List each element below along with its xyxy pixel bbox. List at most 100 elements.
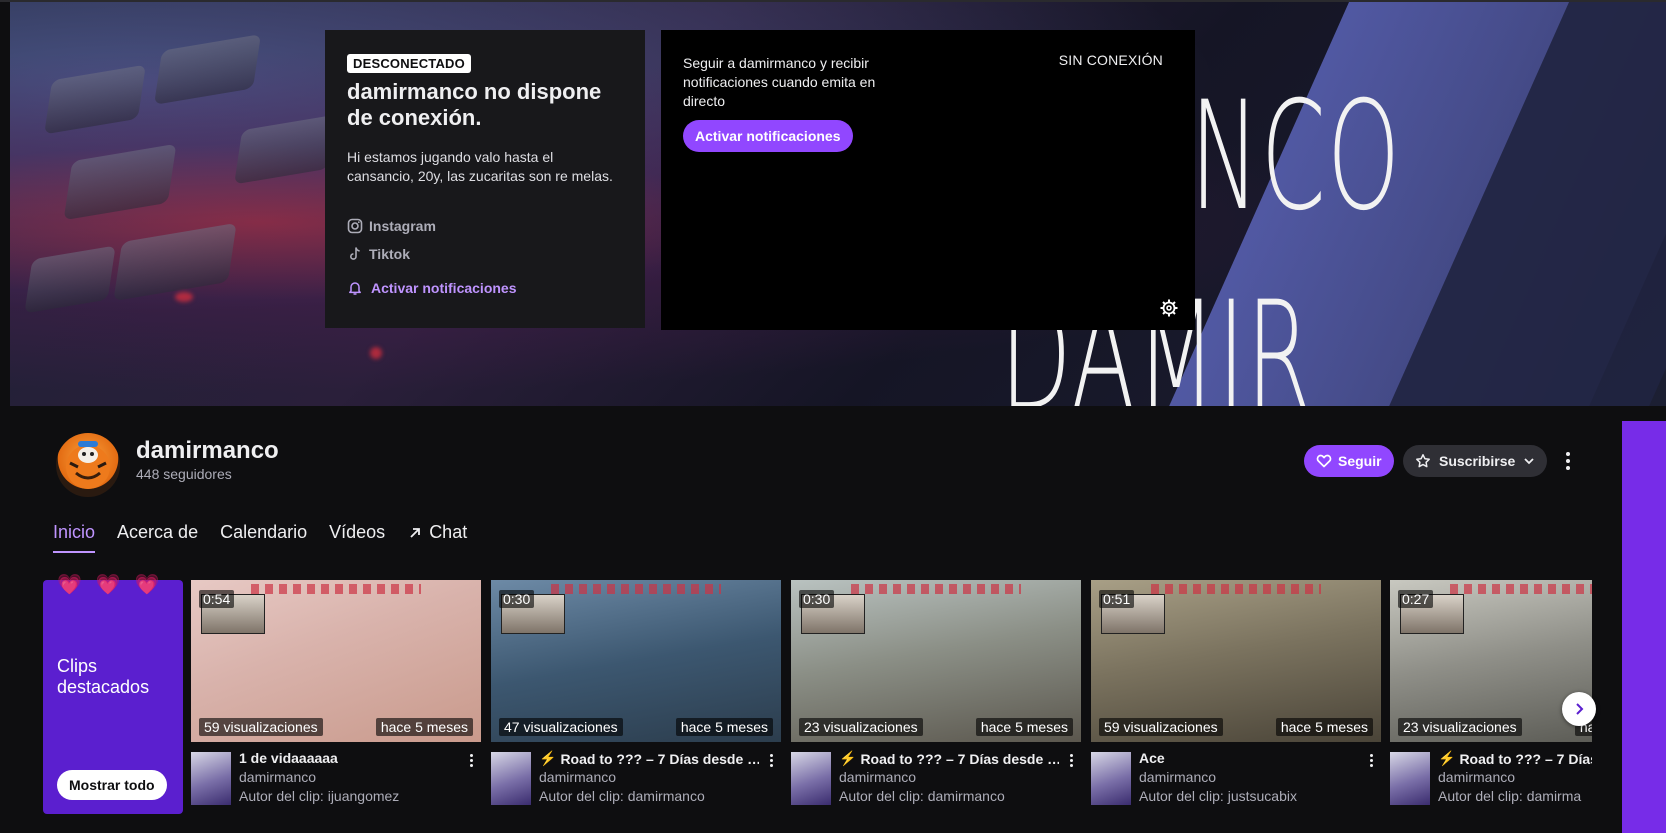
follow-button[interactable]: Seguir [1304,445,1394,477]
clip-author: Autor del clip: damirma [1438,788,1582,804]
clip-thumbnail[interactable]: 0:27 23 visualizaciones hace 5 meses [1390,580,1592,742]
clip-channel[interactable]: damirmanco [1438,769,1515,785]
lightning-icon: ⚡ [1438,750,1456,766]
clips-overflow: 0:27 23 visualizaciones hace 5 meses ⚡Ro… [1390,580,1592,820]
subscribe-label: Suscribirse [1439,453,1516,469]
enable-notifications-link[interactable]: Activar notificaciones [347,280,623,296]
clip-channel[interactable]: damirmanco [1139,769,1216,785]
clip-author: Autor del clip: ijuangomez [239,788,400,804]
clip-card[interactable]: 0:51 59 visualizaciones hace 5 meses Ace… [1091,580,1381,812]
social-link-tiktok[interactable]: Tiktok [347,240,623,268]
clip-card[interactable]: 0:54 59 visualizaciones hace 5 meses 1 d… [191,580,481,812]
lightning-icon: ⚡ [539,750,557,766]
player-enable-notifications-button[interactable]: Activar notificaciones [683,120,853,152]
tab-acerca-de[interactable]: Acerca de [117,522,198,553]
tiger-mascot-icon [66,441,110,489]
bell-icon [349,282,361,295]
game-box-art[interactable] [191,752,231,805]
clip-more-button[interactable] [765,752,777,768]
clip-thumbnail[interactable]: 0:30 23 visualizaciones hace 5 meses [791,580,1081,742]
clip-age: hace 5 meses [675,718,773,736]
clip-title[interactable]: ⚡ Road to ??? – 7 Días desde … [839,750,1059,767]
clip-author: Autor del clip: justsucabix [1139,788,1297,804]
tab-videos[interactable]: Vídeos [329,522,385,553]
clip-author: Autor del clip: damirmanco [539,788,705,804]
clip-age: hace 5 meses [975,718,1073,736]
game-box-art[interactable] [491,752,531,805]
clip-channel[interactable]: damirmanco [839,769,916,785]
heart-icon [1316,454,1332,468]
clip-duration: 0:51 [1099,590,1135,608]
heart-emote-icon: 💗 [57,574,82,596]
clip-duration: 0:27 [1398,590,1434,608]
clip-title[interactable]: ⚡ Road to ??? – 7 Días desde … [539,750,759,767]
offline-title: damirmanco no dispone de conexión. [347,79,602,130]
show-all-button[interactable]: Mostrar todo [57,770,167,800]
player-follow-prompt: Seguir a damirmanco y recibir notificaci… [683,55,876,109]
featured-clips-card: 💗 💗 💗 Clips destacados Mostrar todo [43,574,183,814]
game-box-art[interactable] [1091,752,1131,805]
clip-card[interactable]: 0:30 47 visualizaciones hace 5 meses ⚡ Ro… [491,580,781,812]
subscribe-button[interactable]: Suscribirse [1403,445,1548,477]
next-clips-button[interactable] [1562,692,1596,726]
gear-icon[interactable] [1159,298,1179,318]
avatar[interactable] [56,433,120,497]
emote-decoration: 💗 💗 💗 [57,572,160,597]
clip-views: 23 visualizaciones [799,718,923,736]
clip-views: 23 visualizaciones [1398,718,1522,736]
channel-description: Hi estamos jugando valo hasta el cansanc… [347,149,613,184]
tab-calendario[interactable]: Calendario [220,522,307,553]
clip-more-button[interactable] [1365,752,1377,768]
clip-duration: 0:30 [799,590,835,608]
clip-card[interactable]: 0:30 23 visualizaciones hace 5 meses ⚡ Ro… [791,580,1081,812]
clip-title[interactable]: ⚡ Road to ??? – 7 Días [1438,750,1592,767]
clip-title[interactable]: 1 de vidaaaaaa [239,750,459,766]
clip-title[interactable]: Ace [1139,750,1359,766]
tiktok-icon [350,247,360,260]
clip-views: 59 visualizaciones [1099,718,1223,736]
clip-thumbnail[interactable]: 0:30 47 visualizaciones hace 5 meses [491,580,781,742]
game-box-art[interactable] [1390,752,1430,805]
star-icon [1416,454,1430,468]
clip-card[interactable]: 0:27 23 visualizaciones hace 5 meses ⚡Ro… [1390,580,1592,812]
external-arrow-icon [410,527,421,538]
game-box-art[interactable] [791,752,831,805]
clip-channel[interactable]: damirmanco [239,769,316,785]
channel-name[interactable]: damirmanco [136,437,279,465]
clip-age: hace 5 meses [375,718,473,736]
channel-tabs: Inicio Acerca de Calendario Vídeos Chat [53,522,467,553]
heart-emote-icon: 💗 [95,574,121,596]
clip-age: hace 5 meses [1275,718,1373,736]
clip-more-button[interactable] [465,752,477,768]
enable-notifications-label: Activar notificaciones [371,280,517,296]
clip-more-button[interactable] [1065,752,1077,768]
tab-inicio[interactable]: Inicio [53,522,96,553]
tab-chat[interactable]: Chat [407,522,467,553]
offline-badge: DESCONECTADO [347,54,471,73]
video-player[interactable]: Seguir a damirmanco y recibir notificaci… [661,30,1195,330]
clips-section-title: Clips destacados [57,656,150,697]
banner-word-1: NCO [1190,70,1402,244]
player-status: SIN CONEXIÓN [1058,52,1163,68]
follow-label: Seguir [1338,453,1382,469]
lightning-icon: ⚡ [839,750,857,766]
side-accent [1622,421,1666,833]
chevron-down-icon [1524,458,1534,465]
clip-views: 59 visualizaciones [199,718,323,736]
follower-count: 448 seguidores [136,466,232,482]
clip-views: 47 visualizaciones [499,718,623,736]
channel-page: NCO DAMIR DESCONECTADO damirmanco no dis… [0,0,1666,833]
clip-duration: 0:54 [199,590,235,608]
clip-author: Autor del clip: damirmanco [839,788,1005,804]
offline-info-card: DESCONECTADO damirmanco no dispone de co… [325,30,645,328]
more-options-button[interactable] [1558,445,1578,477]
clip-thumbnail[interactable]: 0:51 59 visualizaciones hace 5 meses [1091,580,1381,742]
clip-duration: 0:30 [499,590,535,608]
social-link-instagram[interactable]: Instagram [347,212,623,240]
social-label: Instagram [369,218,436,234]
clip-channel[interactable]: damirmanco [539,769,616,785]
clip-thumbnail[interactable]: 0:54 59 visualizaciones hace 5 meses [191,580,481,742]
chevron-right-icon [1576,703,1584,715]
instagram-icon [347,218,363,234]
heart-emote-icon: 💗 [134,574,160,596]
